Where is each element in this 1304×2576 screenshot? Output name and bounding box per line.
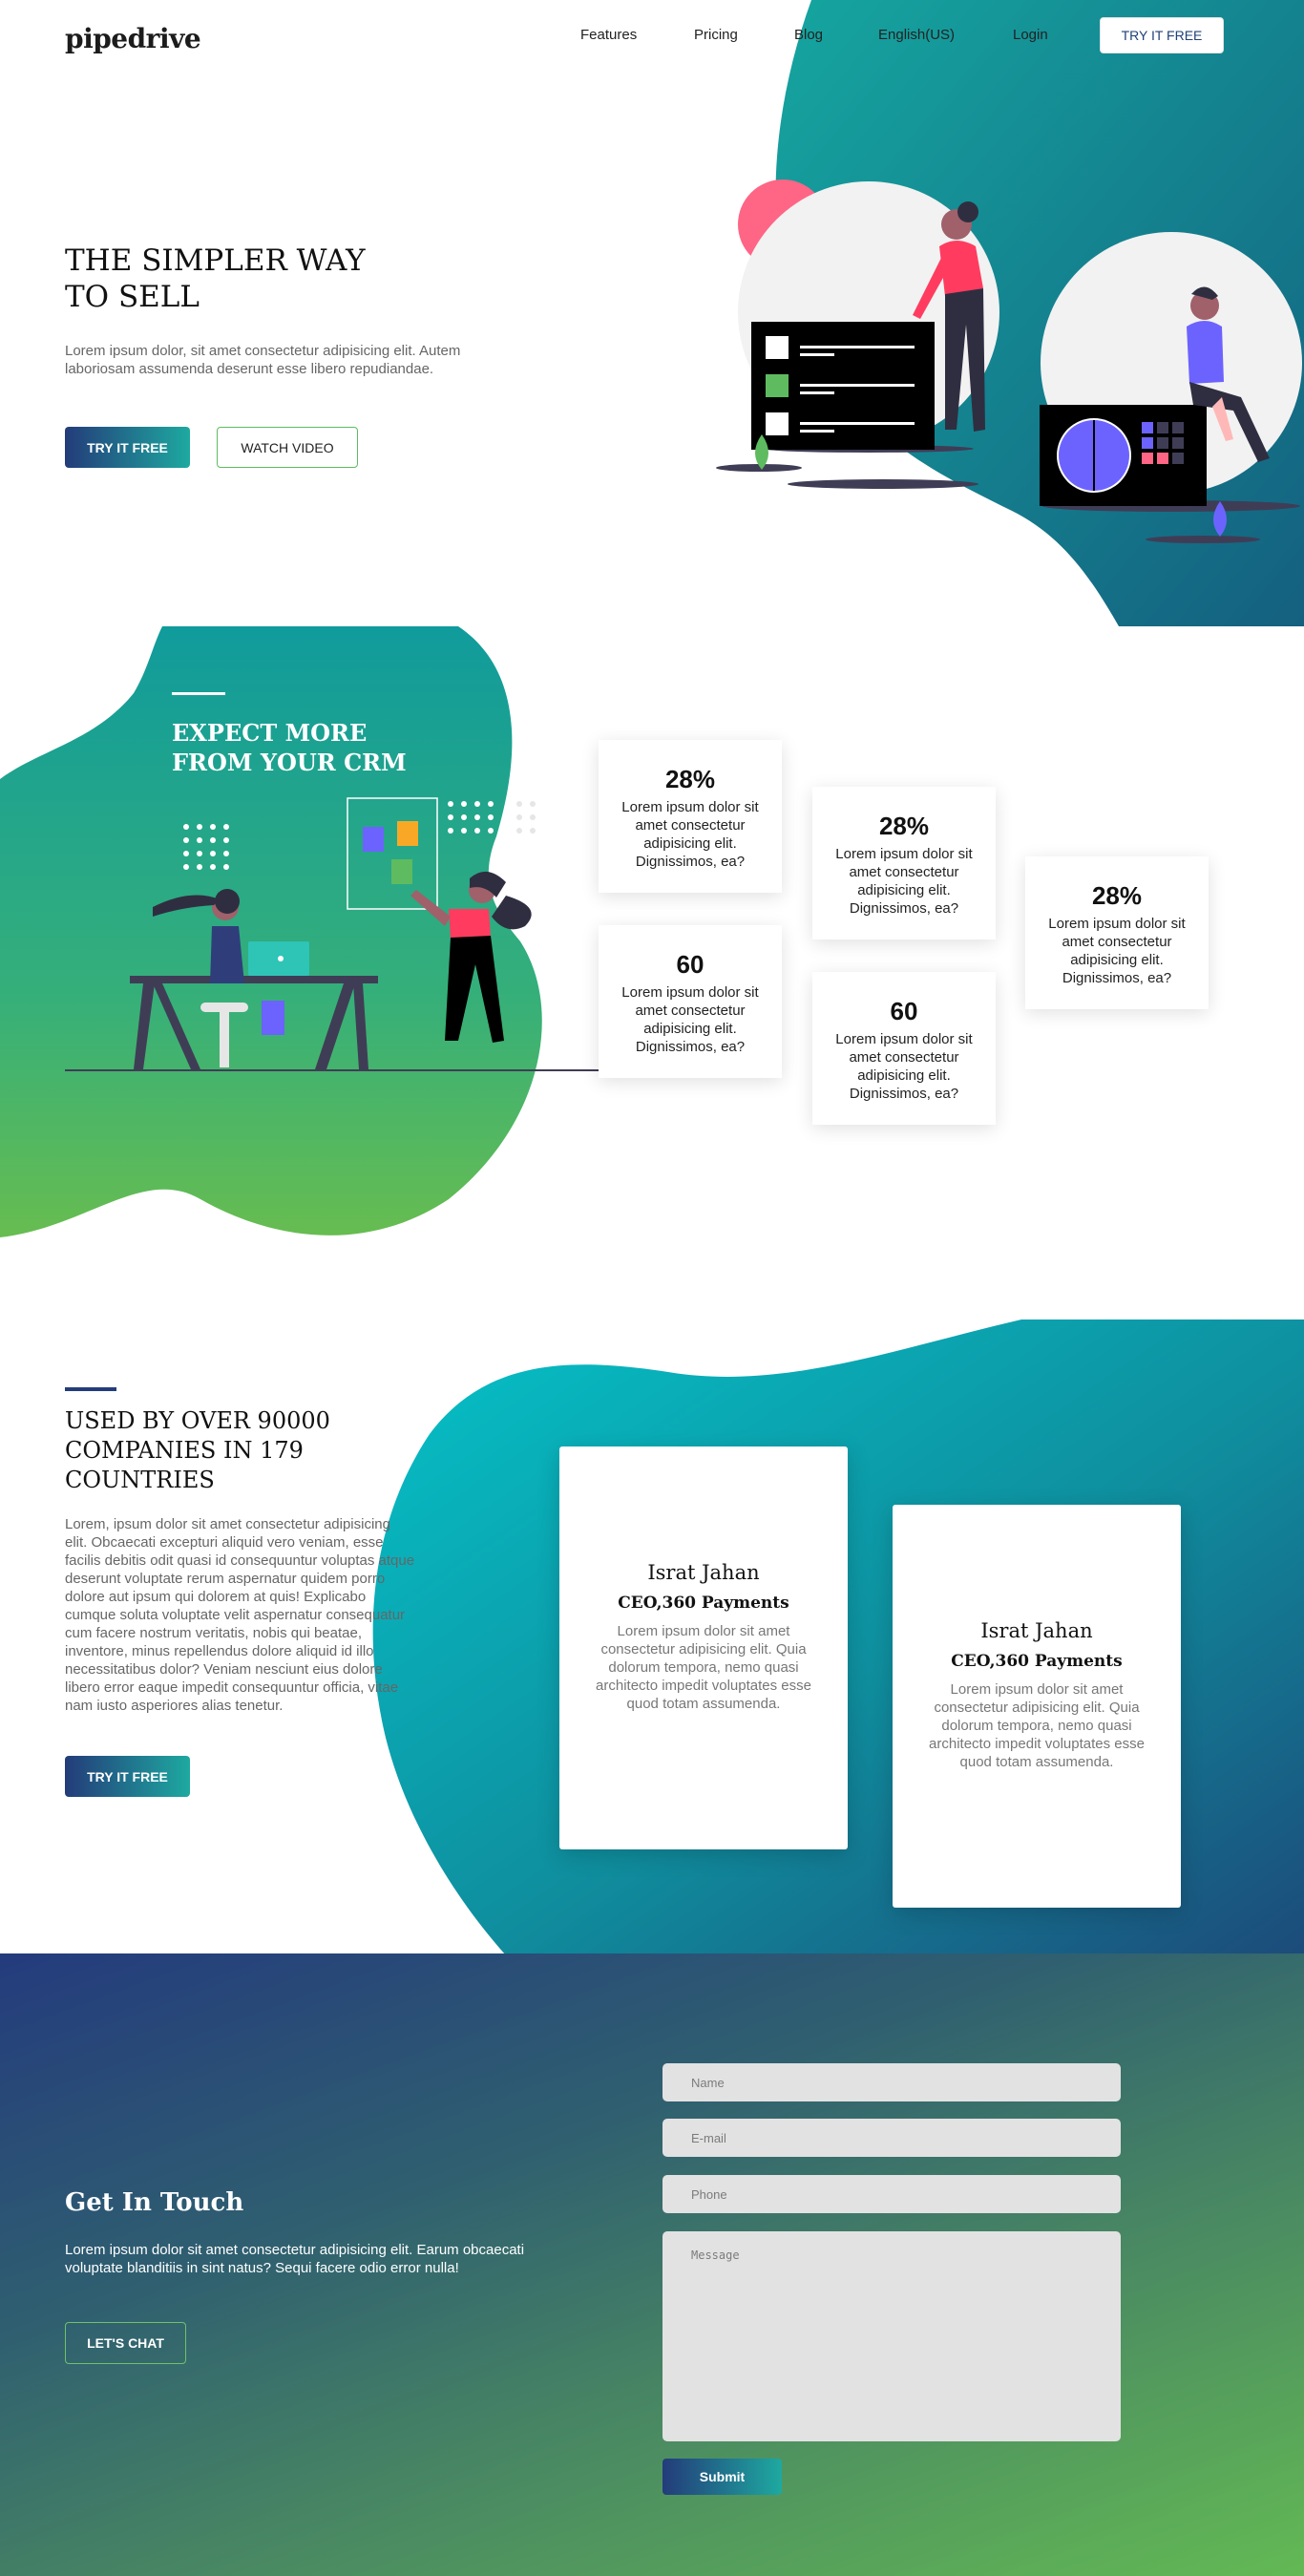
nav-link-login[interactable]: Login bbox=[1013, 27, 1048, 43]
logo[interactable]: pipedrive bbox=[65, 23, 201, 54]
nav-link-blog[interactable]: Blog bbox=[794, 27, 823, 43]
stat-card: 28% Lorem ipsum dolor sit amet consectet… bbox=[812, 787, 996, 940]
testimonial-text: Lorem ipsum dolor sit amet consectetur a… bbox=[929, 1681, 1145, 1770]
stat-description: Lorem ipsum dolor sit amet consectetur a… bbox=[835, 1031, 973, 1102]
stat-value: 28% bbox=[664, 765, 716, 793]
lets-chat-button[interactable]: LET'S CHAT bbox=[65, 2322, 186, 2364]
submit-button[interactable]: Submit bbox=[663, 2459, 782, 2495]
stat-card: 60 Lorem ipsum dolor sit amet consectetu… bbox=[599, 925, 782, 1078]
companies-title-line3: COUNTRIES bbox=[65, 1467, 215, 1493]
companies-title-line2: COMPANIES IN 179 bbox=[65, 1437, 304, 1464]
companies-divider bbox=[65, 1387, 116, 1391]
email-field[interactable] bbox=[663, 2119, 1121, 2157]
stat-description: Lorem ipsum dolor sit amet consectetur a… bbox=[621, 799, 759, 870]
crm-illustration bbox=[130, 797, 536, 1069]
hero-text: Lorem ipsum dolor, sit amet consectetur … bbox=[65, 343, 461, 377]
testimonial-card: Israt Jahan CEO,360 Payments Lorem ipsum… bbox=[893, 1505, 1181, 1908]
testimonial-role: CEO,360 Payments bbox=[618, 1594, 789, 1613]
stat-value: 28% bbox=[878, 812, 930, 840]
nav-link-features[interactable]: Features bbox=[580, 27, 637, 43]
companies-title-line1: USED BY OVER 90000 bbox=[65, 1407, 330, 1434]
stat-value: 60 bbox=[676, 950, 705, 979]
companies-try-free-button[interactable]: TRY IT FREE bbox=[65, 1756, 190, 1797]
crm-divider bbox=[172, 692, 225, 695]
companies-text: Lorem, ipsum dolor sit amet consectetur … bbox=[65, 1516, 415, 1714]
testimonial-role: CEO,360 Payments bbox=[951, 1652, 1123, 1671]
nav-try-free-button[interactable]: TRY IT FREE bbox=[1100, 17, 1224, 53]
phone-field[interactable] bbox=[663, 2175, 1121, 2213]
testimonial-text: Lorem ipsum dolor sit amet consectetur a… bbox=[596, 1623, 811, 1712]
stat-card: 28% Lorem ipsum dolor sit amet consectet… bbox=[599, 740, 782, 893]
nav-link-language[interactable]: English(US) bbox=[878, 27, 955, 43]
crm-title-line2: FROM YOUR CRM bbox=[172, 749, 407, 776]
hero-illustration bbox=[716, 179, 1302, 543]
stat-value: 28% bbox=[1091, 881, 1143, 910]
contact-text: Lorem ipsum dolor sit amet consectetur a… bbox=[65, 2242, 525, 2276]
hero-title-line1: THE SIMPLER WAY bbox=[65, 243, 366, 278]
stat-description: Lorem ipsum dolor sit amet consectetur a… bbox=[835, 846, 973, 917]
stat-description: Lorem ipsum dolor sit amet consectetur a… bbox=[621, 984, 759, 1055]
nav-link-pricing[interactable]: Pricing bbox=[694, 27, 738, 43]
message-field[interactable] bbox=[663, 2231, 1121, 2441]
stat-value: 60 bbox=[890, 997, 918, 1025]
hero-watch-video-button[interactable]: WATCH VIDEO bbox=[217, 427, 358, 468]
hero-title-line2: TO SELL bbox=[65, 280, 200, 314]
name-field[interactable] bbox=[663, 2063, 1121, 2101]
hero-title: THE SIMPLER WAY TO SELL bbox=[65, 243, 366, 315]
testimonial-name: Israt Jahan bbox=[647, 1561, 760, 1584]
companies-title: USED BY OVER 90000 COMPANIES IN 179 COUN… bbox=[65, 1406, 330, 1495]
stat-card: 60 Lorem ipsum dolor sit amet consectetu… bbox=[812, 972, 996, 1125]
crm-title: EXPECT MORE FROM YOUR CRM bbox=[172, 718, 407, 777]
stat-description: Lorem ipsum dolor sit amet consectetur a… bbox=[1048, 916, 1186, 986]
testimonial-card: Israt Jahan CEO,360 Payments Lorem ipsum… bbox=[559, 1446, 848, 1849]
crm-baseline bbox=[65, 1069, 599, 1071]
hero-try-free-button[interactable]: TRY IT FREE bbox=[65, 427, 190, 468]
contact-title: Get In Touch bbox=[65, 2188, 244, 2217]
testimonial-name: Israt Jahan bbox=[980, 1619, 1093, 1642]
crm-title-line1: EXPECT MORE bbox=[172, 719, 368, 747]
stat-card: 28% Lorem ipsum dolor sit amet consectet… bbox=[1025, 856, 1209, 1009]
